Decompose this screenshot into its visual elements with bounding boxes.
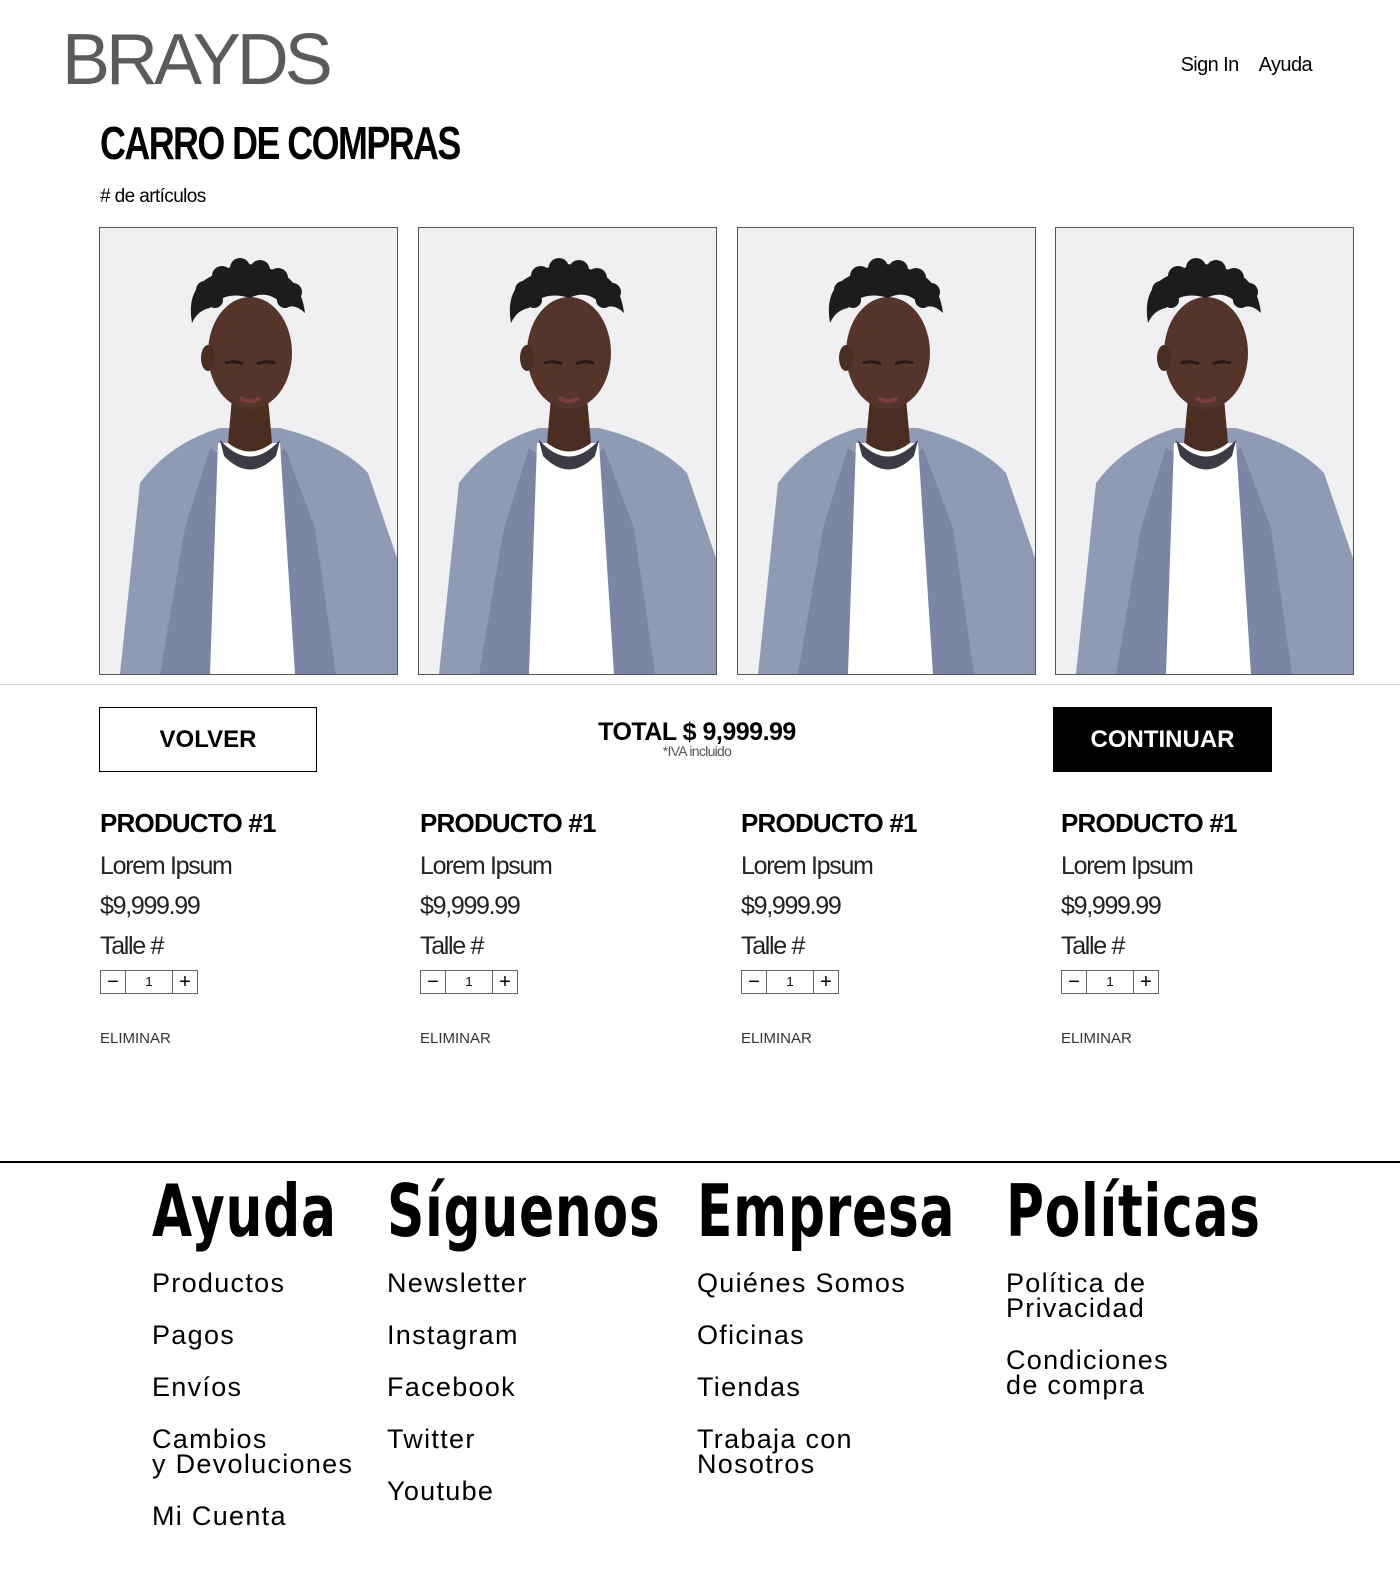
product-size: Talle # <box>420 932 484 960</box>
product-name: PRODUCTO #1 <box>741 808 917 838</box>
continue-button[interactable]: CONTINUAR <box>1053 707 1272 772</box>
quantity-value[interactable]: 1 <box>767 971 813 993</box>
product-photos <box>99 227 1355 675</box>
product-name: PRODUCTO #1 <box>420 808 596 838</box>
divider <box>0 684 1400 685</box>
product-price: $9,999.99 <box>741 892 842 920</box>
product-card: PRODUCTO #1 Lorem Ipsum $9,999.99 Talle … <box>100 808 380 1047</box>
quantity-value[interactable]: 1 <box>1087 971 1133 993</box>
product-name: PRODUCTO #1 <box>100 808 276 838</box>
footer-link[interactable]: Cambios y Devoluciones <box>152 1426 408 1478</box>
footer-heading: Empresa <box>697 1169 956 1253</box>
brand-logo[interactable]: BRAYDS <box>62 24 333 96</box>
footer-column-politicas: Políticas Política de Privacidad Condici… <box>1006 1169 1360 1425</box>
remove-item-link[interactable]: ELIMINAR <box>100 1030 380 1047</box>
footer-link[interactable]: Condiciones de compra <box>1006 1347 1360 1399</box>
increase-quantity-button[interactable]: + <box>492 971 517 993</box>
product-name: PRODUCTO #1 <box>1061 808 1237 838</box>
increase-quantity-button[interactable]: + <box>1133 971 1158 993</box>
footer-column-ayuda: Ayuda Productos Pagos Envíos Cambios y D… <box>152 1169 408 1556</box>
product-price: $9,999.99 <box>1061 892 1162 920</box>
product-image[interactable] <box>1055 227 1354 675</box>
product-image[interactable] <box>418 227 717 675</box>
quantity-value[interactable]: 1 <box>126 971 172 993</box>
product-image[interactable] <box>737 227 1036 675</box>
product-card: PRODUCTO #1 Lorem Ipsum $9,999.99 Talle … <box>1061 808 1341 1047</box>
footer-column-empresa: Empresa Quiénes Somos Oficinas Tiendas T… <box>697 1169 1056 1504</box>
product-description: Lorem Ipsum <box>741 852 874 880</box>
product-card: PRODUCTO #1 Lorem Ipsum $9,999.99 Talle … <box>420 808 700 1047</box>
footer-link[interactable]: Trabaja con Nosotros <box>697 1426 1056 1478</box>
help-link[interactable]: Ayuda <box>1259 54 1313 77</box>
decrease-quantity-button[interactable]: − <box>1062 971 1087 993</box>
item-count: # de artículos <box>100 186 206 207</box>
top-nav: Sign In Ayuda <box>1181 54 1313 77</box>
quantity-stepper: − 1 + <box>100 970 198 994</box>
footer-link[interactable]: Mi Cuenta <box>152 1503 408 1530</box>
footer-divider <box>0 1161 1400 1163</box>
product-price: $9,999.99 <box>420 892 521 920</box>
product-size: Talle # <box>100 932 164 960</box>
decrease-quantity-button[interactable]: − <box>421 971 446 993</box>
footer-link[interactable]: Pagos <box>152 1322 408 1349</box>
footer-link[interactable]: Política de Privacidad <box>1006 1270 1360 1322</box>
remove-item-link[interactable]: ELIMINAR <box>741 1030 1021 1047</box>
page-title: CARRO DE COMPRAS <box>100 117 461 169</box>
footer-link[interactable]: Envíos <box>152 1374 408 1401</box>
quantity-stepper: − 1 + <box>420 970 518 994</box>
quantity-stepper: − 1 + <box>1061 970 1159 994</box>
footer-link[interactable]: Quiénes Somos <box>697 1270 1056 1297</box>
remove-item-link[interactable]: ELIMINAR <box>420 1030 700 1047</box>
sign-in-link[interactable]: Sign In <box>1181 54 1240 77</box>
footer-link[interactable]: Tiendas <box>697 1374 1056 1401</box>
product-size: Talle # <box>1061 932 1125 960</box>
footer-heading: Síguenos <box>387 1169 661 1253</box>
product-description: Lorem Ipsum <box>420 852 553 880</box>
product-image[interactable] <box>99 227 398 675</box>
increase-quantity-button[interactable]: + <box>813 971 838 993</box>
increase-quantity-button[interactable]: + <box>172 971 197 993</box>
footer-link[interactable]: Productos <box>152 1270 408 1297</box>
decrease-quantity-button[interactable]: − <box>742 971 767 993</box>
footer-heading: Ayuda <box>152 1169 337 1253</box>
decrease-quantity-button[interactable]: − <box>101 971 126 993</box>
remove-item-link[interactable]: ELIMINAR <box>1061 1030 1341 1047</box>
quantity-stepper: − 1 + <box>741 970 839 994</box>
footer-heading: Políticas <box>1006 1169 1261 1253</box>
product-card: PRODUCTO #1 Lorem Ipsum $9,999.99 Talle … <box>741 808 1021 1047</box>
product-price: $9,999.99 <box>100 892 201 920</box>
product-size: Talle # <box>741 932 805 960</box>
product-description: Lorem Ipsum <box>1061 852 1194 880</box>
product-description: Lorem Ipsum <box>100 852 233 880</box>
quantity-value[interactable]: 1 <box>446 971 492 993</box>
footer-link[interactable]: Oficinas <box>697 1322 1056 1349</box>
